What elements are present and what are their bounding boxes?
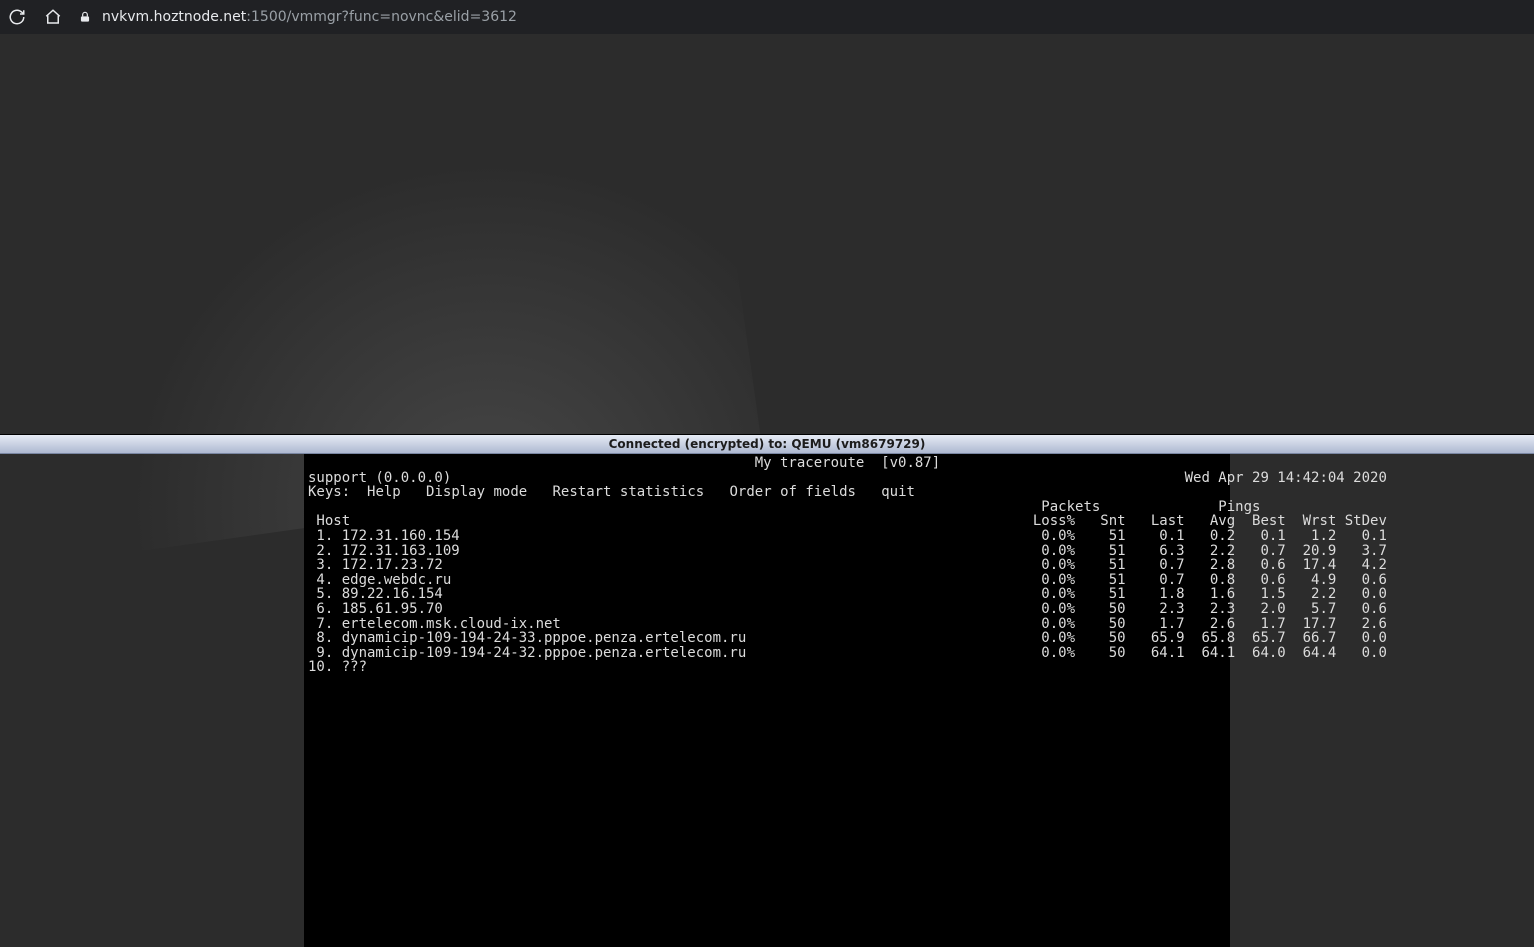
address-bar[interactable]: nvkvm.hoztnode.net:1500/vmmgr?func=novnc…	[78, 9, 1526, 25]
reload-icon[interactable]	[8, 8, 26, 26]
browser-toolbar: nvkvm.hoztnode.net:1500/vmmgr?func=novnc…	[0, 0, 1534, 34]
vnc-terminal[interactable]: My traceroute [v0.87] support (0.0.0.0) …	[304, 454, 1230, 947]
lock-icon	[78, 10, 92, 24]
connection-banner: Connected (encrypted) to: QEMU (vm867972…	[0, 434, 1534, 454]
url-text: nvkvm.hoztnode.net:1500/vmmgr?func=novnc…	[102, 9, 517, 25]
home-icon[interactable]	[44, 8, 62, 26]
